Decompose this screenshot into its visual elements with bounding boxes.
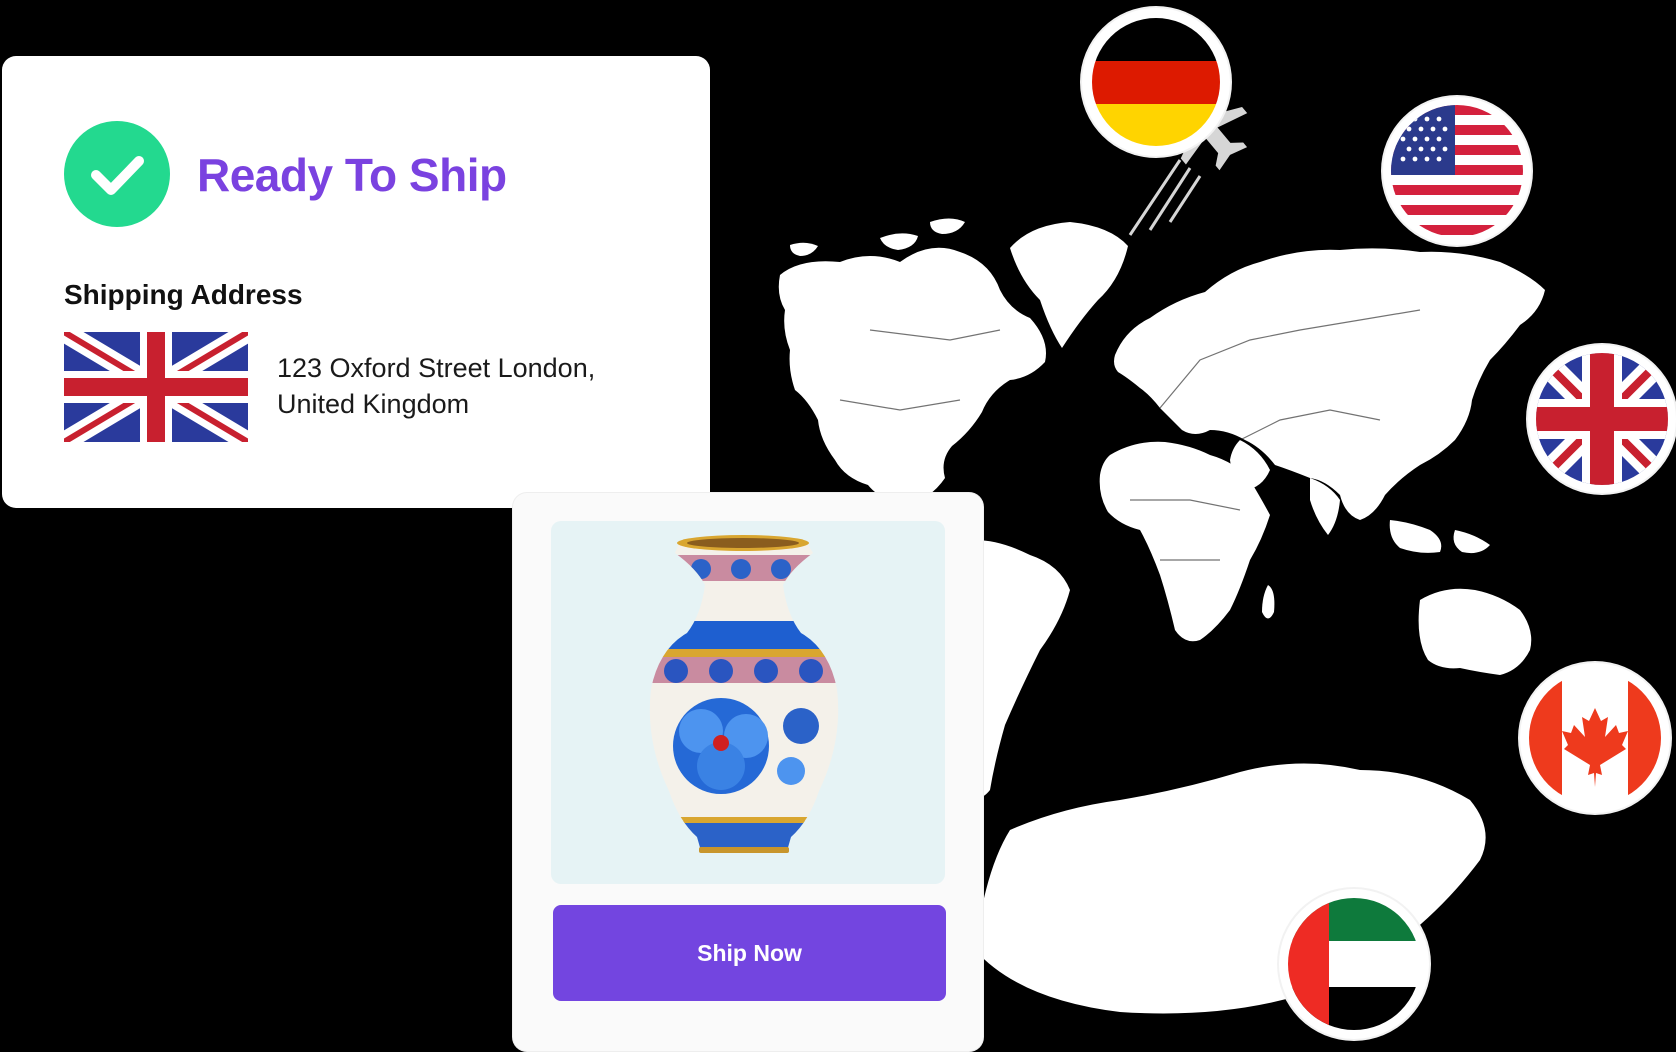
- uk-flag-icon: [1528, 345, 1676, 493]
- uae-flag-icon: [1279, 889, 1429, 1039]
- status-title: Ready To Ship: [197, 149, 507, 201]
- germany-flag-icon: [1082, 8, 1230, 156]
- ship-now-button[interactable]: Ship Now: [553, 905, 946, 1001]
- usa-flag-icon: [1383, 97, 1531, 245]
- canada-flag-icon: [1520, 663, 1670, 813]
- shipping-status-card: Ready To Ship Shipping Address 123 Oxfor…: [2, 56, 710, 508]
- uk-flag-icon: [64, 332, 248, 442]
- address-heading: Shipping Address: [64, 279, 303, 310]
- product-card: Ship Now: [513, 493, 983, 1051]
- cloisonne-vase-image: [551, 521, 945, 884]
- address-line-2: United Kingdom: [277, 389, 470, 419]
- address-line-1: 123 Oxford Street London,: [277, 353, 596, 383]
- check-icon: [64, 121, 170, 227]
